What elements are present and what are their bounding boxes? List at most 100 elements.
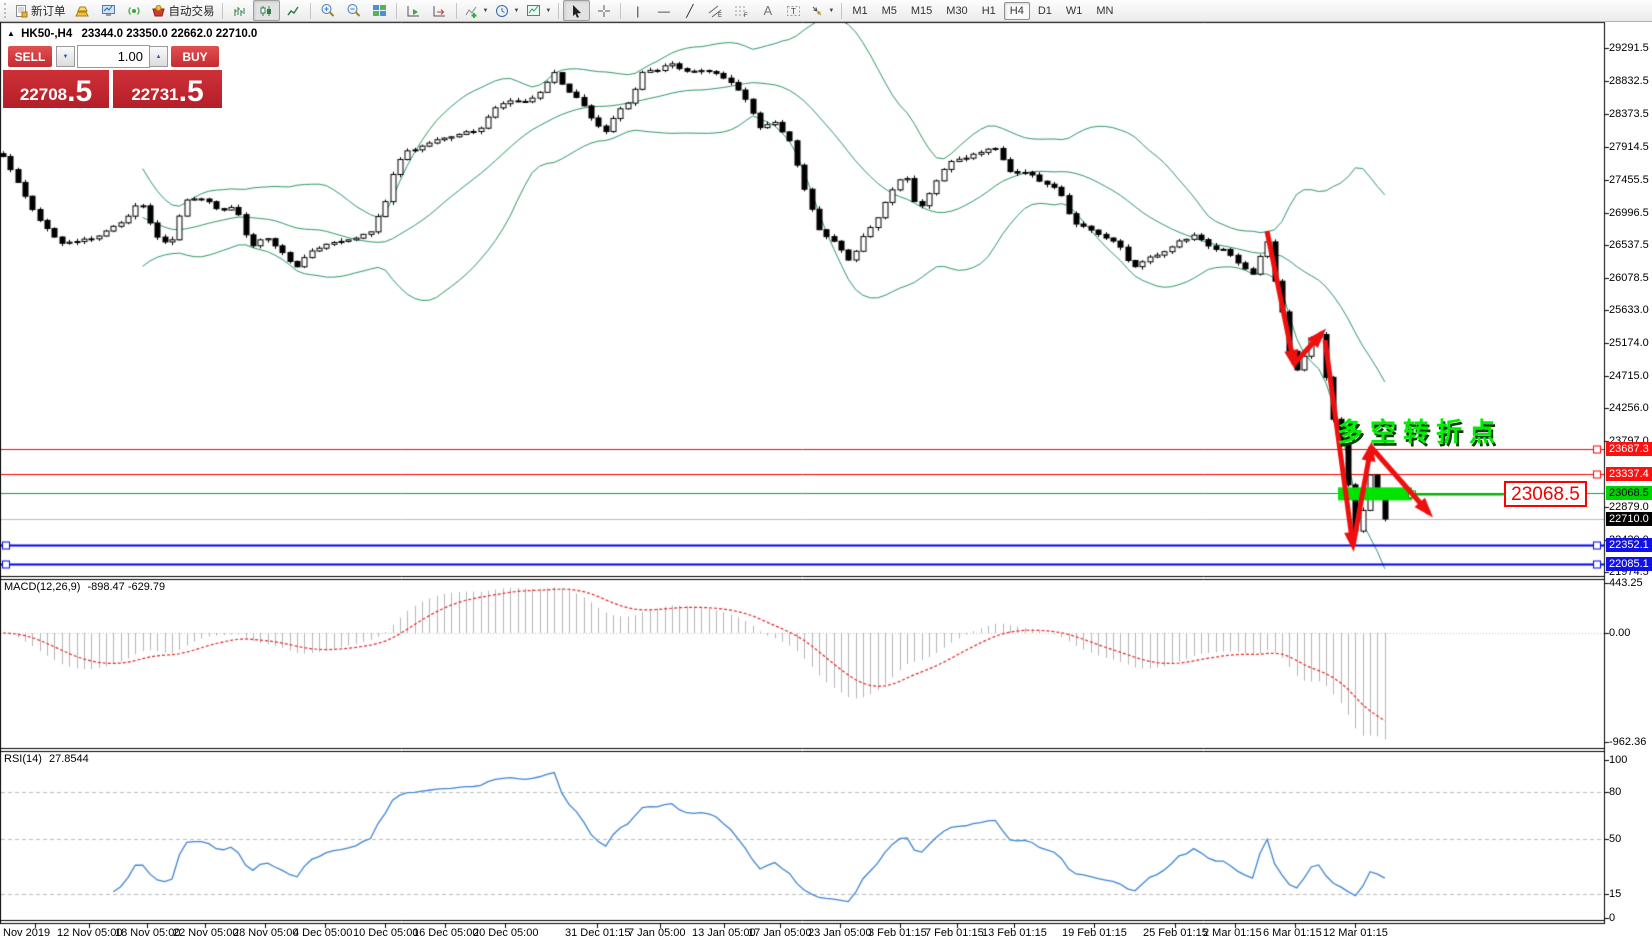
autotrading-icon [151,4,166,18]
buy-price-int: 22731 [131,85,178,105]
time-axis-label: 13 Jan 05:00 [692,927,756,939]
cursor-tool-button[interactable] [563,0,590,21]
bar-chart-icon [232,4,246,18]
time-axis-label: 25 Feb 01:15 [1143,927,1208,939]
trendline-tool-button[interactable]: ╱ [677,1,702,20]
channel-tool-button[interactable]: E [703,1,728,20]
timeframe-button-d1[interactable]: D1 [1032,2,1058,20]
horizontal-line-tool-button[interactable]: — [651,1,676,20]
buy-price-panel[interactable]: 22731 .5 [113,70,222,108]
timeframe-button-h4[interactable]: H4 [1004,2,1030,20]
timeframe-button-w1[interactable]: W1 [1060,2,1089,20]
chart-canvas[interactable] [0,0,1652,945]
periods-button[interactable]: ▼ [492,1,522,20]
crosshair-tool-button[interactable] [591,1,616,20]
auto-scroll-icon [406,4,421,18]
chevron-down-icon: ▼ [513,8,519,14]
chevron-down-icon: ▼ [63,54,69,60]
timeframe-button-m30[interactable]: M30 [940,2,973,20]
new-order-button[interactable]: 新订单 [12,1,69,20]
sell-price-int: 22708 [20,85,67,105]
time-axis-label: 19 Feb 01:15 [1062,927,1127,939]
price-tag: 23337.4 [1606,467,1652,481]
zoom-out-button[interactable] [341,1,366,20]
timeframe-button-m15[interactable]: M15 [905,2,938,20]
toolbar-separator [456,3,457,19]
time-axis-label: 3 Feb 01:15 [868,927,927,939]
arrows-tool-button[interactable]: ▼ [807,1,837,20]
text-label-icon: T [786,4,801,18]
macd-label: MACD(12,26,9) -898.47 -629.79 [4,581,165,593]
volume-decrease-button[interactable]: ▼ [56,46,75,67]
crosshair-icon [597,4,611,18]
new-order-icon [15,4,28,18]
svg-text:F: F [744,13,748,18]
chevron-up-icon: ▲ [156,54,162,60]
price-axis-label: 25174.0 [1609,337,1649,349]
chart-shift-button[interactable] [427,1,452,20]
toolbar-separator [222,3,223,19]
arrow-shapes-icon [810,4,824,17]
vertical-line-icon: | [636,4,639,18]
chart-title: ▲ HK50-,H4 23344.0 23350.0 22662.0 22710… [7,28,257,40]
gold-button[interactable] [70,1,95,20]
buy-button[interactable]: BUY [171,46,219,67]
market-watch-button[interactable] [96,1,121,20]
clock-icon [495,4,509,18]
signal-icon [127,4,142,18]
auto-scroll-button[interactable] [401,1,426,20]
zoom-in-button[interactable] [315,1,340,20]
timeframe-group: M1M5M15M30H1H4D1W1MN [846,2,1119,20]
zoom-out-icon [346,3,361,18]
time-axis-label: 16 Dec 05:00 [413,927,478,939]
time-axis-label: 12 Mar 01:15 [1323,927,1388,939]
horizontal-line-icon: — [658,4,670,18]
price-axis-label: 29291.5 [1609,42,1649,54]
line-chart-button[interactable] [281,1,306,20]
volume-input[interactable]: 1.00 [77,45,150,68]
price-axis-label: 25633.0 [1609,304,1649,316]
ohlc-values: 23344.0 23350.0 22662.0 22710.0 [81,28,257,40]
turning-point-annotation: 多空转折点 [1337,412,1502,449]
timeframe-button-m5[interactable]: M5 [876,2,903,20]
market-watch-icon [101,4,116,17]
timeframe-button-h1[interactable]: H1 [976,2,1002,20]
time-axis-label: 13 Feb 01:15 [982,927,1047,939]
macd-axis-label: 443.25 [1609,577,1643,589]
rsi-axis-label: 100 [1609,754,1627,766]
indicators-button[interactable]: ▼ [461,1,492,20]
toolbar-grip [4,3,9,18]
line-chart-icon [286,4,300,18]
one-click-trading-panel: SELL ▼ 1.00 ▲ BUY 22708 .5 22731 .5 [3,44,222,108]
price-annotation-box[interactable]: 23068.5 [1504,481,1587,507]
vertical-line-tool-button[interactable]: | [625,1,650,20]
price-tag: 23068.5 [1606,486,1652,500]
text-tool-button[interactable]: A [755,1,780,20]
timeframe-button-mn[interactable]: MN [1090,2,1119,20]
autotrading-button[interactable]: 自动交易 [148,1,218,20]
time-axis-label: 18 Nov 05:00 [115,927,180,939]
toolbar: 新订单 自动交易 [0,0,1652,22]
fibonacci-tool-button[interactable]: F [729,1,754,20]
price-tag: 22352.1 [1606,538,1652,552]
trendline-icon: ╱ [686,4,693,18]
tile-windows-button[interactable] [367,1,392,20]
bar-chart-button[interactable] [227,1,252,20]
price-axis-label: 24715.0 [1609,370,1649,382]
templates-button[interactable]: ▼ [523,1,554,20]
templates-icon [526,4,541,17]
timeframe-button-m1[interactable]: M1 [846,2,873,20]
sell-price-panel[interactable]: 22708 .5 [3,70,109,108]
rsi-label: RSI(14) 27.8544 [4,753,89,765]
label-tool-button[interactable]: T [781,1,806,20]
symbol-period-label: HK50-,H4 [21,28,72,40]
new-order-label: 新订单 [31,3,66,19]
sell-button[interactable]: SELL [8,46,52,67]
signal-button[interactable] [122,1,147,20]
svg-text:E: E [718,13,722,18]
volume-increase-button[interactable]: ▲ [149,46,168,67]
gold-bars-icon [75,4,90,17]
candlestick-chart-button[interactable] [253,0,280,21]
time-axis-label: 6 Mar 01:15 [1263,927,1322,939]
price-axis-label: 27914.5 [1609,141,1649,153]
